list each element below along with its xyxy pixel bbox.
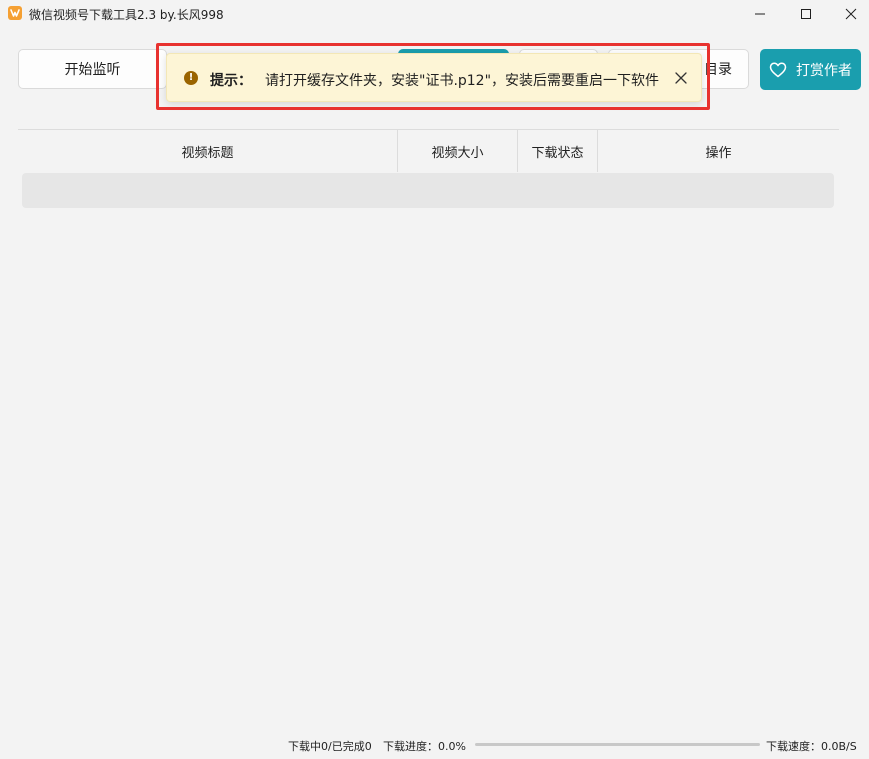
exclamation-circle-icon: ! [184, 71, 198, 85]
open-directory-label: 目录 [704, 62, 732, 78]
download-speed-status: 下载速度：0.0B/S [766, 740, 857, 753]
alert-notification: ! 提示： 请打开缓存文件夹，安装"证书.p12"，安装后需要重启一下软件 [166, 53, 702, 102]
start-monitor-button[interactable]: 开始监听 [18, 49, 167, 89]
alert-message: 请打开缓存文件夹，安装"证书.p12"，安装后需要重启一下软件 [265, 73, 660, 89]
donate-label: 打赏作者 [796, 62, 852, 79]
column-header-title: 视频标题 [181, 145, 234, 161]
maximize-icon [800, 8, 812, 20]
column-header-status: 下载状态 [531, 145, 584, 161]
table-empty-row [22, 173, 834, 208]
minimize-icon [754, 8, 766, 20]
alert-title: 提示： [210, 73, 252, 89]
download-progress-status: 下载进度：0.0% [383, 740, 466, 753]
column-header-actions: 操作 [705, 145, 732, 161]
heart-outline-icon [769, 62, 787, 78]
close-icon[interactable] [674, 71, 688, 85]
donate-button[interactable]: 打赏作者 [760, 49, 861, 90]
window-close-button[interactable] [828, 0, 869, 28]
video-app-icon [8, 6, 22, 20]
window-title: 微信视频号下载工具2.3 by.长风998 [29, 8, 224, 22]
title-bar: 微信视频号下载工具2.3 by.长风998 [0, 0, 869, 28]
download-progress-bar [475, 743, 760, 746]
minimize-button[interactable] [737, 0, 783, 28]
column-header-size: 视频大小 [431, 145, 484, 161]
download-count-status: 下载中0/已完成0 [288, 740, 372, 753]
maximize-button[interactable] [783, 0, 829, 28]
window-close-icon [845, 8, 857, 20]
